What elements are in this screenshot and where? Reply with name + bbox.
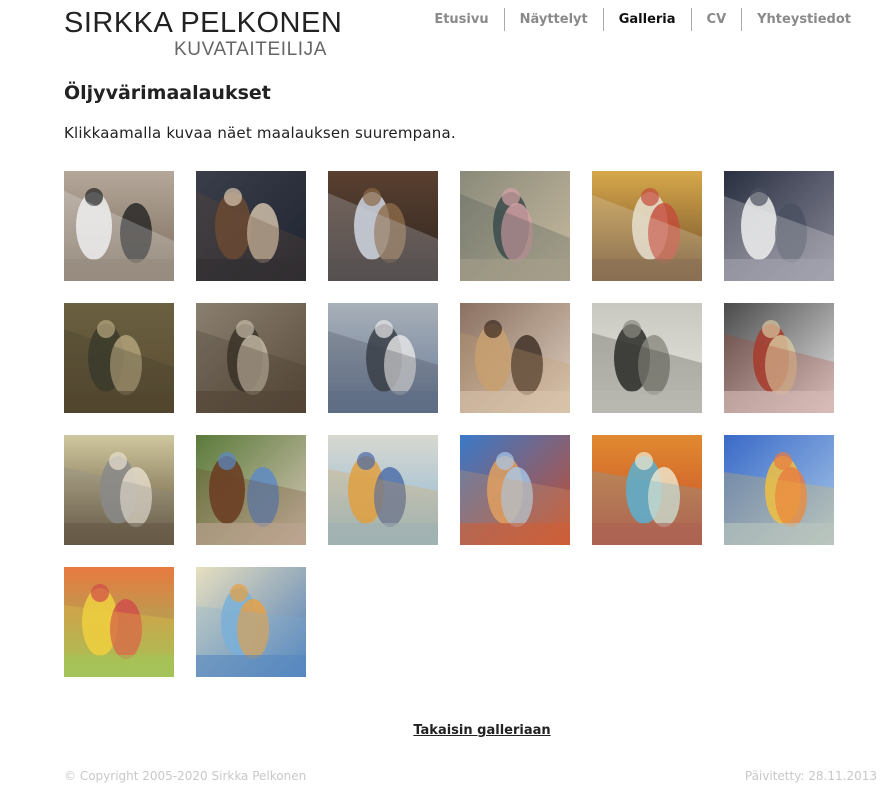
painting-image <box>64 303 174 413</box>
painting-image <box>460 303 570 413</box>
painting-image <box>592 435 702 545</box>
painting-woman-by-stove-thumb[interactable] <box>724 303 834 413</box>
painting-image <box>328 435 438 545</box>
nav-cv[interactable]: CV <box>690 8 742 31</box>
painting-image <box>724 435 834 545</box>
painting-image <box>592 303 702 413</box>
site-logo[interactable]: SIRKKA PELKONEN KUVATAITEILIJA <box>64 6 342 62</box>
painting-image <box>724 303 834 413</box>
page-title: Öljyvärimaalaukset <box>64 82 271 104</box>
painting-blue-chair-thumb[interactable] <box>196 435 306 545</box>
main-nav: Etusivu Näyttelyt Galleria CV Yhteystied… <box>419 8 866 31</box>
painting-kitchen-women-thumb[interactable] <box>328 303 438 413</box>
nav-nayttelyt[interactable]: Näyttelyt <box>503 8 603 31</box>
footer-updated-date: Päivitetty: 28.11.2013 <box>744 769 877 783</box>
nav-yhteystiedot[interactable]: Yhteystiedot <box>741 8 866 31</box>
painting-abstract-spheres-thumb[interactable] <box>328 435 438 545</box>
painting-man-white-shirt-thumb[interactable] <box>724 171 834 281</box>
painting-image <box>196 435 306 545</box>
painting-image <box>460 171 570 281</box>
painting-abstract-sailboats-thumb[interactable] <box>196 567 306 677</box>
painting-image <box>64 435 174 545</box>
painting-abstract-target-thumb[interactable] <box>460 435 570 545</box>
painting-field-workers-thumb[interactable] <box>64 303 174 413</box>
painting-image <box>460 435 570 545</box>
painting-boy-at-desk-thumb[interactable] <box>64 435 174 545</box>
painting-two-boys-thumb[interactable] <box>196 171 306 281</box>
footer-copyright: © Copyright 2005-2020 Sirkka Pelkonen <box>64 769 307 783</box>
painting-abstract-light-thumb[interactable] <box>724 435 834 545</box>
painting-image <box>592 171 702 281</box>
nav-etusivu[interactable]: Etusivu <box>419 8 503 31</box>
painting-image <box>64 567 174 677</box>
painting-mother-children-thumb[interactable] <box>460 171 570 281</box>
painting-wedding-children-thumb[interactable] <box>64 171 174 281</box>
painting-image <box>196 567 306 677</box>
painting-image <box>328 303 438 413</box>
back-to-gallery-link[interactable]: Takaisin galleriaan <box>0 723 886 738</box>
logo-artist-title: KUVATAITEILIJA <box>174 39 328 60</box>
painting-girls-yard-thumb[interactable] <box>592 171 702 281</box>
logo-artist-name: SIRKKA PELKONEN <box>64 7 343 39</box>
thumbnail-gallery <box>64 171 844 677</box>
painting-image <box>64 171 174 281</box>
painting-image <box>328 171 438 281</box>
painting-winter-work-thumb[interactable] <box>592 303 702 413</box>
painting-old-machines-thumb[interactable] <box>196 303 306 413</box>
painting-abstract-eye-thumb[interactable] <box>592 435 702 545</box>
painting-image <box>196 303 306 413</box>
painting-abstract-sunset-thumb[interactable] <box>64 567 174 677</box>
painting-old-woman-thumb[interactable] <box>460 303 570 413</box>
nav-galleria[interactable]: Galleria <box>602 8 691 31</box>
painting-girl-in-room-thumb[interactable] <box>328 171 438 281</box>
painting-image <box>724 171 834 281</box>
painting-image <box>196 171 306 281</box>
gallery-intro-text: Klikkaamalla kuvaa näet maalauksen suure… <box>64 124 456 142</box>
